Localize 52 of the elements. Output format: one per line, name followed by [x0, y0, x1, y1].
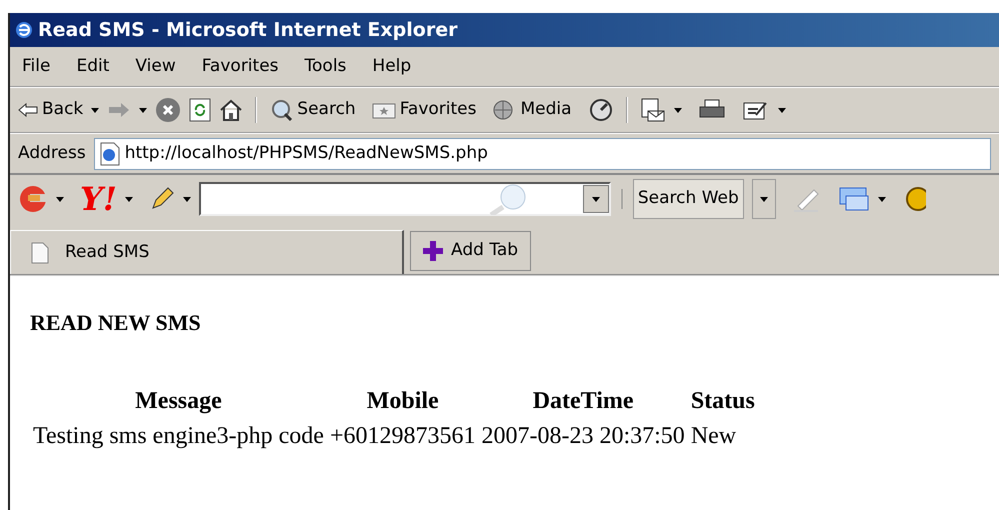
stop-icon[interactable]: [155, 97, 182, 123]
dropdown-caret-icon[interactable]: [91, 108, 100, 112]
search-icon: [269, 99, 294, 121]
page-heading: READ NEW SMS: [30, 309, 202, 337]
page-icon: [98, 142, 121, 166]
back-button[interactable]: Back: [18, 97, 84, 123]
column-header: Status: [690, 388, 755, 414]
table-cell: Testing sms engine3-php code: [33, 422, 324, 449]
window-layout-icon[interactable]: [838, 186, 870, 212]
menu-item[interactable]: Help: [372, 54, 412, 80]
plus-icon: [423, 241, 443, 261]
search-web-dropdown[interactable]: [752, 179, 776, 219]
address-text: http://localhost/PHPSMS/ReadNewSMS.php: [124, 142, 488, 165]
menu-item[interactable]: Favorites: [202, 54, 279, 80]
menu-item[interactable]: Tools: [304, 54, 346, 80]
column-header: Message: [135, 388, 222, 414]
dropdown-caret-icon[interactable]: [760, 196, 768, 202]
add-tab-button[interactable]: Add Tab: [410, 231, 532, 271]
column-header: Mobile: [366, 388, 439, 414]
back-arrow-icon: [18, 103, 38, 117]
clock-icon[interactable]: [588, 98, 614, 122]
dropdown-caret-icon[interactable]: [592, 196, 600, 202]
browser-tab[interactable]: Read SMS: [10, 230, 404, 274]
yahoo-search-field[interactable]: [198, 182, 611, 216]
search-web-button[interactable]: Search Web: [632, 179, 744, 219]
blank-page-icon: [31, 242, 49, 264]
dropdown-caret-icon[interactable]: [182, 196, 191, 202]
menu-item[interactable]: View: [135, 54, 176, 80]
table-cell: 2007-08-23 20:37:50: [481, 422, 685, 449]
dropdown-caret-icon[interactable]: [124, 196, 133, 202]
home-icon[interactable]: [219, 99, 244, 121]
table-cell: New: [690, 422, 736, 449]
dropdown-caret-icon[interactable]: [778, 108, 786, 112]
dropdown-caret-icon[interactable]: [56, 196, 64, 202]
favorites-button[interactable]: Favorites: [372, 97, 476, 123]
address-field[interactable]: http://localhost/PHPSMS/ReadNewSMS.php: [94, 138, 991, 170]
window-title: Read SMS - Microsoft Internet Explorer: [38, 18, 458, 43]
dropdown-button[interactable]: [582, 185, 609, 213]
mail-icon[interactable]: [640, 97, 666, 123]
dropdown-caret-icon[interactable]: [674, 108, 682, 112]
menu-item[interactable]: File: [22, 54, 50, 80]
search-button[interactable]: Search: [269, 97, 356, 123]
grip-icon: [618, 189, 625, 209]
dropdown-caret-icon[interactable]: [139, 108, 148, 112]
menu-item[interactable]: Edit: [76, 54, 110, 80]
dropdown-caret-icon[interactable]: [878, 196, 886, 202]
table-cell: +60129873561: [330, 422, 476, 449]
refresh-icon[interactable]: [189, 98, 212, 122]
tab-label: Read SMS: [65, 240, 150, 264]
address-label: Address: [18, 142, 86, 165]
media-button[interactable]: Media: [492, 97, 572, 123]
column-header: DateTime: [532, 388, 634, 414]
